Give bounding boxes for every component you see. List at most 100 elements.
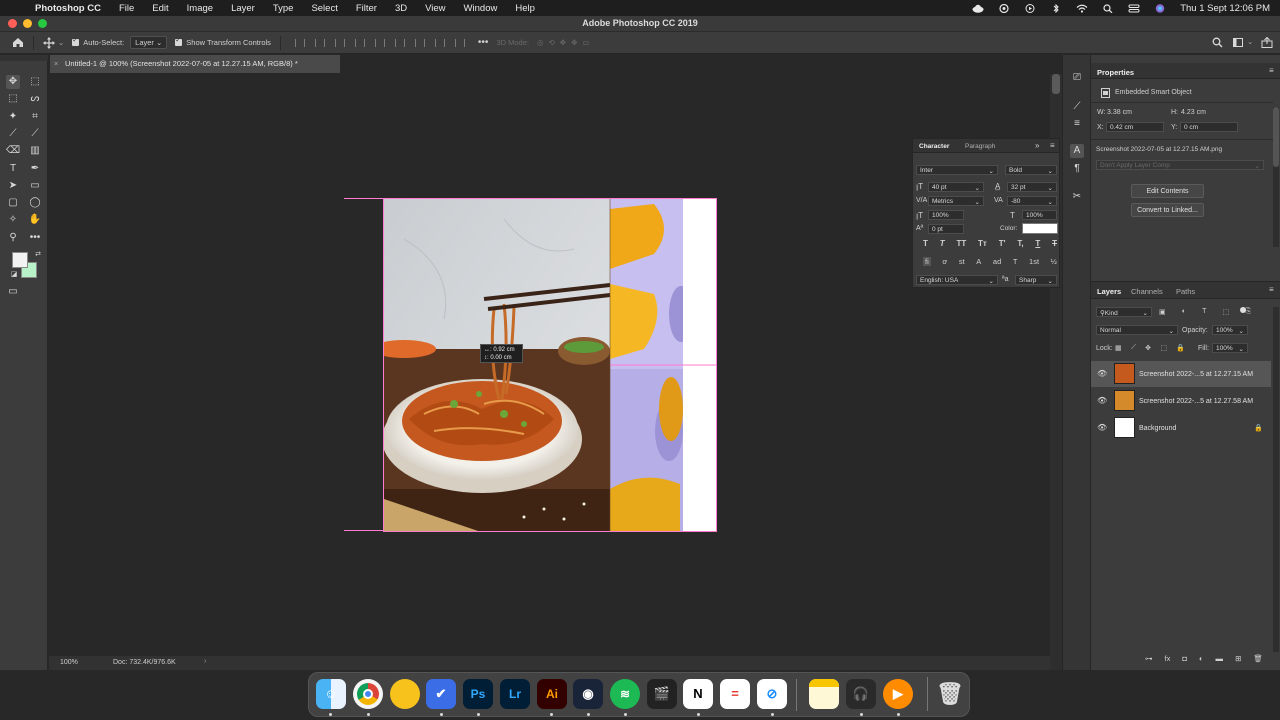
distribute-center-icon[interactable]: [434, 38, 445, 47]
magic-wand-tool-icon[interactable]: ✦: [6, 110, 20, 124]
height-value[interactable]: 4.23 cm: [1181, 109, 1206, 116]
new-adjustment-icon[interactable]: ◐: [1199, 654, 1204, 663]
workspace-chevron-icon[interactable]: ⌄: [1247, 37, 1253, 46]
menu-edit[interactable]: Edit: [143, 3, 177, 14]
menu-select[interactable]: Select: [302, 3, 346, 14]
quick-mask-icon[interactable]: ▭: [6, 285, 20, 299]
zoom-level[interactable]: 100%: [60, 659, 78, 666]
illustrator-app-icon[interactable]: Ai: [537, 679, 567, 709]
layer-name[interactable]: Background: [1139, 425, 1176, 432]
search-spotlight-icon[interactable]: [1102, 3, 1114, 13]
new-layer-icon[interactable]: ⊞: [1235, 654, 1241, 663]
layers-menu-icon[interactable]: ≡: [1269, 285, 1274, 294]
marquee-tool-icon[interactable]: ⬚: [6, 92, 20, 106]
crop-tool-icon[interactable]: ⌗: [28, 110, 42, 124]
layers-scrollbar[interactable]: [1273, 307, 1279, 652]
ligatures-button[interactable]: fi: [923, 257, 931, 266]
add-mask-icon[interactable]: ◘: [1182, 654, 1187, 663]
convert-to-linked-button[interactable]: Convert to Linked...: [1131, 203, 1204, 217]
edit-contents-button[interactable]: Edit Contents: [1131, 184, 1204, 198]
faux-bold-button[interactable]: T: [923, 239, 928, 248]
wifi-icon[interactable]: [1076, 4, 1088, 13]
menubar-datetime[interactable]: Thu 1 Sept 12:06 PM: [1180, 3, 1270, 14]
tasks-app-icon[interactable]: ✔: [426, 679, 456, 709]
eyedropper-tool-icon[interactable]: ⟋: [6, 127, 20, 141]
menu-view[interactable]: View: [416, 3, 454, 14]
paragraph-panel-icon[interactable]: ¶: [1070, 162, 1084, 176]
eraser-tool-icon[interactable]: ⌫: [6, 144, 20, 158]
link-layers-icon[interactable]: ⊶: [1145, 654, 1153, 663]
siri-icon[interactable]: [1154, 3, 1166, 13]
align-top-icon[interactable]: [354, 38, 365, 47]
tab-character[interactable]: Character: [919, 143, 949, 150]
new-group-icon[interactable]: ▬: [1216, 654, 1224, 663]
y-position-field[interactable]: 0 cm: [1180, 122, 1238, 132]
cloud-icon[interactable]: [972, 4, 984, 13]
faux-italic-button[interactable]: T: [940, 239, 945, 248]
share-icon[interactable]: [1261, 37, 1273, 48]
safari-app-icon[interactable]: ⊘: [757, 679, 787, 709]
lock-position-icon[interactable]: ✥: [1145, 344, 1151, 352]
ellipse-tool-icon[interactable]: ◯: [28, 196, 42, 210]
baseline-shift-field[interactable]: 0 pt: [928, 224, 964, 234]
filter-pixel-icon[interactable]: ▣: [1159, 308, 1166, 316]
opacity-field[interactable]: 100% ⌄: [1212, 325, 1248, 335]
custom-shape-tool-icon[interactable]: ✧: [6, 213, 20, 227]
leading-field[interactable]: 32 pt ⌄: [1007, 182, 1057, 192]
gradient-tool-icon[interactable]: ▥: [28, 144, 42, 158]
auto-select-dropdown[interactable]: Layer ⌄: [130, 36, 168, 49]
control-center-icon[interactable]: [1128, 4, 1140, 13]
menu-file[interactable]: File: [110, 3, 143, 14]
notes-alt-app-icon[interactable]: [390, 679, 420, 709]
x-position-field[interactable]: 0.42 cm: [1106, 122, 1164, 132]
notes-app-icon[interactable]: [809, 679, 839, 709]
artboard-tool-icon[interactable]: ⬚: [28, 75, 42, 89]
filter-smart-object-icon[interactable]: ⎘: [1245, 308, 1251, 316]
layer-row[interactable]: 👁 Background 🔒: [1091, 415, 1271, 441]
more-options-icon[interactable]: •••: [478, 37, 489, 48]
horizontal-scale-field[interactable]: 100%: [1022, 210, 1057, 220]
brush-tool-icon[interactable]: ⟋: [28, 127, 42, 141]
all-caps-button[interactable]: TT: [956, 239, 966, 248]
layer-filter-kind-select[interactable]: ⚲Kind ⌄: [1096, 307, 1152, 317]
menu-3d[interactable]: 3D: [386, 3, 416, 14]
font-size-field[interactable]: 40 pt ⌄: [928, 182, 984, 192]
filter-toggle-icon[interactable]: [1240, 307, 1246, 313]
font-family-select[interactable]: Inter ⌄: [916, 165, 998, 175]
status-arrow-icon[interactable]: ›: [204, 658, 206, 665]
blend-mode-select[interactable]: Normal ⌄: [1096, 325, 1178, 335]
fill-field[interactable]: 100% ⌄: [1212, 343, 1248, 353]
properties-menu-icon[interactable]: ≡: [1269, 66, 1274, 75]
toggl-app-icon[interactable]: =: [720, 679, 750, 709]
tab-channels[interactable]: Channels: [1131, 287, 1163, 296]
foreground-color-swatch-top[interactable]: [12, 252, 28, 268]
final-cut-app-icon[interactable]: 🎬: [647, 679, 677, 709]
home-icon[interactable]: [12, 37, 24, 48]
menu-type[interactable]: Type: [264, 3, 303, 14]
pen-tool-icon[interactable]: ✒: [28, 162, 42, 176]
font-style-select[interactable]: Bold ⌄: [1005, 165, 1057, 175]
lock-image-icon[interactable]: ⟋: [1131, 344, 1136, 352]
discretionary-ligatures-button[interactable]: ơ: [942, 257, 947, 266]
close-document-icon[interactable]: ×: [54, 59, 58, 68]
tracking-field[interactable]: -80 ⌄: [1007, 196, 1057, 206]
adjustments-icon[interactable]: ≡: [1070, 117, 1084, 131]
collapse-panel-icon[interactable]: »: [1035, 141, 1039, 150]
fractions-button[interactable]: ½: [1051, 257, 1057, 266]
auto-select-checkbox[interactable]: [72, 36, 80, 46]
superscript-button[interactable]: T': [999, 239, 1006, 248]
underline-button[interactable]: T: [1035, 239, 1040, 248]
text-color-swatch[interactable]: [1022, 223, 1058, 234]
rectangle-tool-icon[interactable]: ▭: [28, 179, 42, 193]
path-selection-tool-icon[interactable]: ➤: [6, 179, 20, 193]
history-icon[interactable]: ⎚: [1070, 71, 1084, 85]
swash-button[interactable]: st: [959, 257, 965, 266]
visibility-eye-icon[interactable]: 👁: [1097, 396, 1107, 405]
tab-paragraph[interactable]: Paragraph: [965, 143, 995, 150]
trash-app-icon[interactable]: 🗑: [935, 679, 965, 709]
stylistic-alternates-button[interactable]: A: [976, 257, 981, 266]
default-colors-icon[interactable]: ◪: [7, 268, 21, 282]
davinci-app-icon[interactable]: ◉: [573, 679, 603, 709]
align-middle-icon[interactable]: [374, 38, 385, 47]
show-transform-checkbox[interactable]: [175, 36, 183, 46]
